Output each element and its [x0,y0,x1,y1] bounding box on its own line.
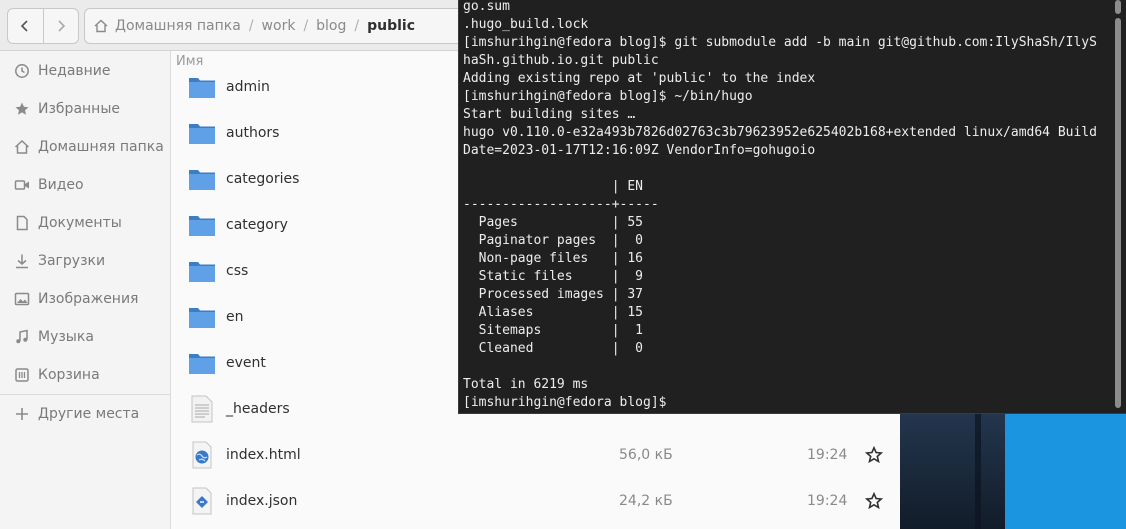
file-size: 24,2 кБ [619,493,673,509]
folder-icon [189,308,215,328]
terminal-output[interactable]: go.sum .hugo_build.lock [imshurihgin@fed… [463,0,1097,412]
plus-icon [16,408,28,420]
sidebar-item-label: Корзина [38,367,100,383]
sidebar-item-downloads[interactable]: Загрузки [0,242,170,280]
list-item[interactable]: index.html 56,0 кБ 19:24 [171,432,900,478]
navigation-buttons [7,8,79,44]
file-name: index.json [226,493,298,509]
chevron-left-icon [21,20,28,32]
sidebar-item-label: Избранные [38,101,120,117]
sidebar-item-starred[interactable]: Избранные [0,90,170,128]
breadcrumb-label: Домашняя папка [115,18,241,34]
file-name: event [226,355,266,371]
breadcrumb-label: blog [316,18,347,34]
star-icon[interactable] [865,446,883,464]
trash-icon [15,368,29,382]
desktop-background-detail [975,413,981,529]
sidebar-item-label: Недавние [38,63,111,79]
breadcrumb-public[interactable]: public [359,18,423,34]
desktop-window-edge [1005,413,1126,529]
clock-icon [15,64,29,78]
forward-button[interactable] [42,9,79,43]
sidebar-item-label: Изображения [38,291,139,307]
breadcrumb-blog[interactable]: blog [308,18,354,34]
file-name: category [226,217,288,233]
sidebar-item-documents[interactable]: Документы [0,204,170,242]
breadcrumb-label: public [367,18,416,34]
sidebar-item-home[interactable]: Домашняя папка [0,128,170,166]
file-name: admin [226,79,270,95]
folder-icon [189,78,215,98]
file-name: authors [226,125,280,141]
sidebar-item-music[interactable]: Музыка [0,318,170,356]
sidebar-item-trash[interactable]: Корзина [0,356,170,394]
sidebar-item-recent[interactable]: Недавние [0,52,170,90]
music-icon [16,329,28,344]
folder-icon [189,216,215,236]
download-icon [16,254,28,269]
folder-icon [189,170,215,190]
folder-icon [189,124,215,144]
sidebar-item-label: Видео [38,177,84,193]
star-icon[interactable] [865,492,883,510]
breadcrumb-work[interactable]: work [254,18,304,34]
sidebar-item-label: Документы [38,215,122,231]
sidebar: Недавние Избранные Домашняя папка Видео … [0,51,171,529]
home-icon [14,139,30,154]
video-icon [14,180,29,190]
breadcrumb-home[interactable]: Домашняя папка [85,18,249,34]
sidebar-item-label: Загрузки [38,253,106,269]
file-name: en [226,309,244,325]
scrollbar-top-cap [1115,0,1121,14]
star-icon [15,102,29,115]
file-modified-time: 19:24 [807,493,848,509]
image-icon [14,292,30,306]
sidebar-item-label: Другие места [38,406,140,422]
html-file-icon [192,441,212,469]
terminal-window[interactable]: go.sum .hugo_build.lock [imshurihgin@fed… [458,0,1126,414]
terminal-scrollbar[interactable] [1114,0,1122,410]
back-button[interactable] [8,9,43,43]
sidebar-item-images[interactable]: Изображения [0,280,170,318]
list-item[interactable]: index.json 24,2 кБ 19:24 [171,478,900,524]
scrollbar-thumb[interactable] [1115,18,1121,408]
sidebar-item-label: Музыка [38,329,94,345]
file-name: css [226,263,249,279]
chevron-right-icon [58,20,65,32]
folder-icon [189,354,215,374]
desktop-background [900,413,1005,529]
sidebar-item-video[interactable]: Видео [0,166,170,204]
document-icon [16,215,28,231]
file-modified-time: 19:24 [807,447,848,463]
text-file-icon [191,395,213,423]
json-file-icon [192,487,212,515]
folder-icon [189,262,215,282]
sidebar-item-label: Домашняя папка [38,139,164,155]
file-name: index.html [226,447,301,463]
sidebar-item-other-places[interactable]: Другие места [0,395,170,433]
file-name: _headers [226,401,290,417]
home-icon [94,19,108,33]
breadcrumb-label: work [261,18,296,34]
file-size: 56,0 кБ [619,447,673,463]
file-name: categories [226,171,300,187]
